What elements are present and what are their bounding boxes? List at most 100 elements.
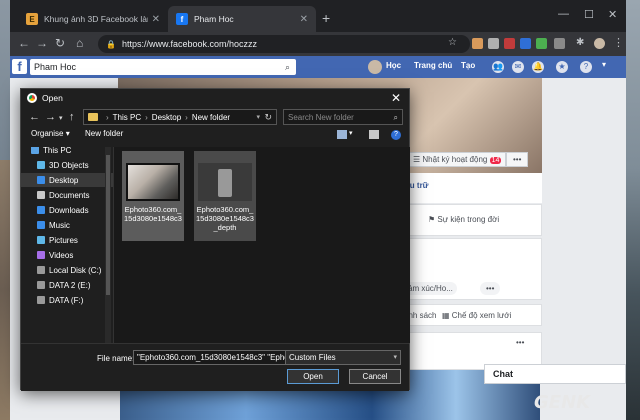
account-dropdown-icon[interactable]: ▾ (602, 60, 606, 69)
url-text: https://www.facebook.com/hoczzz (121, 39, 258, 49)
nav-item[interactable]: This PC (21, 147, 113, 157)
nav-item[interactable]: Downloads (21, 203, 113, 217)
file-type-select[interactable]: Custom Files ▾ (285, 350, 401, 365)
help-question-icon[interactable]: ? (580, 61, 592, 73)
profile-link[interactable]: Học (386, 61, 401, 70)
close-window-icon[interactable]: ✕ (608, 8, 617, 21)
composer-more-button[interactable]: ••• (480, 282, 501, 295)
nav-item[interactable]: DATA 2 (E:) (21, 278, 113, 292)
extension-4-icon[interactable] (520, 38, 531, 49)
facebook-search-input[interactable]: Pham Hoc ⌕ (30, 59, 296, 75)
recent-dropdown-icon[interactable]: ▾ (59, 114, 63, 122)
chat-bar[interactable]: Chat (484, 364, 626, 384)
address-bar[interactable]: 🔒 https://www.facebook.com/hoczzz (98, 35, 470, 53)
chevron-down-icon: ▾ (393, 354, 397, 361)
nav-item-label: 3D Objects (49, 160, 89, 170)
bookmark-star-icon[interactable]: ☆ (448, 37, 457, 48)
grid-view-button[interactable]: ▦ Chế độ xem lưới (442, 311, 511, 320)
organise-menu[interactable]: Organise ▾ (31, 129, 70, 143)
browser-menu-icon[interactable]: ⋮ (613, 36, 624, 49)
forward-arrow-icon[interactable]: → (45, 111, 56, 123)
file-item-depth[interactable]: Ephoto360.com_15d3080e1548c3_depth (194, 151, 256, 241)
organise-label: Organise (31, 129, 64, 138)
help-icon[interactable]: ? (391, 130, 401, 140)
up-arrow-icon[interactable]: ↑ (69, 111, 75, 123)
extension-2-icon[interactable] (488, 38, 499, 49)
feeling-activity-button[interactable]: ảm xúc/Ho... (404, 282, 457, 295)
nav-item[interactable]: Music (21, 218, 113, 232)
file-name: Ephoto360.com_15d3080e1548c3 (124, 205, 182, 223)
extension-1-icon[interactable] (472, 38, 483, 49)
activity-log-button[interactable]: ☰ Nhật ký hoạt động 14 (408, 152, 507, 167)
tab-khung-anh[interactable]: E Khung ảnh 3D Facebook làm onl ✕ (18, 6, 168, 32)
more-options-button[interactable]: ••• (506, 152, 529, 167)
chevron-down-icon[interactable]: ▾ (256, 113, 260, 121)
home-icon[interactable]: ⌂ (76, 36, 83, 50)
file-item-photo[interactable]: Ephoto360.com_15d3080e1548c3 (122, 151, 184, 241)
document-icon (37, 191, 45, 199)
breadcrumb-new-folder[interactable]: New folder (192, 113, 230, 122)
extension-5-icon[interactable] (536, 38, 547, 49)
new-folder-button[interactable]: New folder (85, 129, 123, 143)
forward-arrow-icon[interactable]: → (36, 36, 48, 50)
facebook-logo-icon[interactable]: f (12, 59, 27, 74)
nav-item[interactable]: Documents (21, 188, 113, 202)
file-name-input[interactable]: "Ephoto360.com_15d3080e1548c3" "Epho ▾ (133, 350, 297, 365)
tab-pham-hoc[interactable]: f Pham Hoc ✕ (168, 6, 316, 32)
extension-6-icon[interactable] (554, 38, 565, 49)
nav-item-label: Local Disk (C:) (49, 265, 102, 275)
search-icon[interactable]: ⌕ (285, 59, 290, 75)
tab-close-icon[interactable]: ✕ (152, 14, 160, 25)
breadcrumb-desktop[interactable]: Desktop (152, 113, 181, 122)
extensions-puzzle-icon[interactable]: ✱ (576, 37, 584, 48)
scrollbar-thumb[interactable] (106, 155, 110, 295)
tab-title: Khung ảnh 3D Facebook làm onl (44, 14, 148, 24)
chevron-down-icon[interactable]: ▾ (349, 129, 353, 143)
profile-avatar[interactable] (368, 60, 382, 74)
nav-item[interactable]: 3D Objects (21, 158, 113, 172)
new-tab-plus-icon[interactable]: + (322, 10, 330, 26)
messenger-icon[interactable]: ✉ (512, 61, 524, 73)
life-event-button[interactable]: ⚑ Sự kiện trong đời (428, 215, 499, 224)
reload-icon[interactable]: ↻ (55, 36, 65, 50)
depth-shape (218, 169, 232, 197)
disk-icon (37, 296, 45, 304)
path-breadcrumb[interactable]: › This PC › Desktop › New folder ▾ ↻ (83, 109, 277, 125)
maximize-icon[interactable]: ☐ (584, 8, 594, 21)
cancel-button[interactable]: Cancel (349, 369, 401, 384)
create-link[interactable]: Tạo (461, 61, 475, 70)
browser-toolbar: ← → ↻ ⌂ 🔒 https://www.facebook.com/hoczz… (10, 32, 626, 56)
dialog-close-icon[interactable]: ✕ (391, 91, 401, 105)
file-type-value: Custom Files (289, 353, 336, 362)
navigation-scrollbar[interactable] (105, 147, 111, 343)
download-icon (37, 206, 45, 214)
nav-item[interactable]: Desktop (21, 173, 113, 187)
back-arrow-icon[interactable]: ← (29, 111, 40, 123)
friends-icon[interactable]: 👥 (492, 61, 504, 73)
nav-item-label: Pictures (49, 235, 78, 245)
quick-help-icon[interactable]: ★ (556, 61, 568, 73)
nav-item[interactable]: Pictures (21, 233, 113, 247)
view-options-icon[interactable] (337, 130, 347, 139)
nav-item[interactable]: Videos (21, 248, 113, 262)
open-button[interactable]: Open (287, 369, 339, 384)
breadcrumb-this-pc[interactable]: This PC (113, 113, 141, 122)
nav-item[interactable]: Local Disk (C:) (21, 263, 113, 277)
back-arrow-icon[interactable]: ← (18, 36, 30, 50)
chat-label: Chat (493, 369, 513, 379)
extension-3-icon[interactable] (504, 38, 515, 49)
nav-item[interactable]: DATA (F:) (21, 293, 113, 307)
flag-icon: ⚑ (428, 215, 438, 224)
minimize-icon[interactable]: — (558, 8, 569, 20)
tab-close-icon[interactable]: ✕ (300, 14, 308, 25)
desktop-wallpaper-right (626, 0, 640, 420)
preview-pane-icon[interactable] (369, 130, 379, 139)
refresh-icon[interactable]: ↻ (264, 112, 272, 123)
nav-item-label: DATA (F:) (49, 295, 84, 305)
home-link[interactable]: Trang chủ (414, 61, 452, 70)
chrome-icon (27, 93, 37, 103)
profile-avatar-icon[interactable] (594, 38, 605, 49)
notifications-bell-icon[interactable]: 🔔 (532, 61, 544, 73)
search-input[interactable]: Search New folder ⌕ (283, 109, 403, 125)
post-more-button[interactable]: ••• (516, 338, 524, 347)
